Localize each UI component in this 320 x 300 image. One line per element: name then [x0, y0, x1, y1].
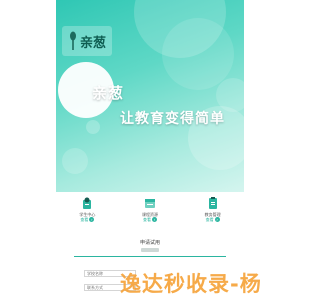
- decor-bubble: [162, 18, 234, 90]
- arrow-icon: ›: [214, 217, 220, 222]
- brand-title: 亲葱: [92, 84, 125, 102]
- watermark-text: 逸达秒收录-杨: [120, 272, 262, 296]
- divider: [74, 256, 226, 257]
- arrow-icon: ›: [151, 217, 157, 222]
- decor-bubble: [86, 120, 100, 134]
- feature-student-center[interactable]: 学生中心 查看 ›: [62, 196, 112, 232]
- feature-view-link[interactable]: 查看 ›: [80, 217, 95, 222]
- feature-view-link[interactable]: 查看 ›: [143, 217, 157, 222]
- student-center-icon: [83, 197, 92, 209]
- feature-course-resource[interactable]: 课程资源 查看 ›: [125, 196, 175, 232]
- feature-strip: 学生中心 查看 › 课程资源 查看 › 教务管理 查看 ›: [56, 196, 244, 232]
- scallion-logo-icon: [69, 31, 76, 50]
- feature-view-link[interactable]: 查看 ›: [206, 217, 220, 222]
- page: 亲葱 亲葱 让教育变得简单 学生中心 查看 › 课程资源 查看 › 教务管理 查…: [0, 0, 300, 300]
- decor-bubble: [62, 148, 88, 174]
- brand-tagline: 让教育变得简单: [120, 111, 225, 127]
- hero-banner: 亲葱 亲葱 让教育变得简单: [56, 0, 244, 192]
- trial-subtitle-bar: [141, 248, 159, 252]
- homework-clipboard-icon: [208, 197, 217, 209]
- course-resource-icon: [144, 199, 155, 208]
- trial-title: 申请试用: [139, 240, 160, 246]
- logo[interactable]: 亲葱: [62, 26, 112, 56]
- decor-bubble: [216, 78, 244, 112]
- logo-text: 亲葱: [79, 35, 106, 51]
- feature-homework[interactable]: 教务管理 查看 ›: [188, 196, 238, 232]
- arrow-icon: ›: [89, 217, 95, 222]
